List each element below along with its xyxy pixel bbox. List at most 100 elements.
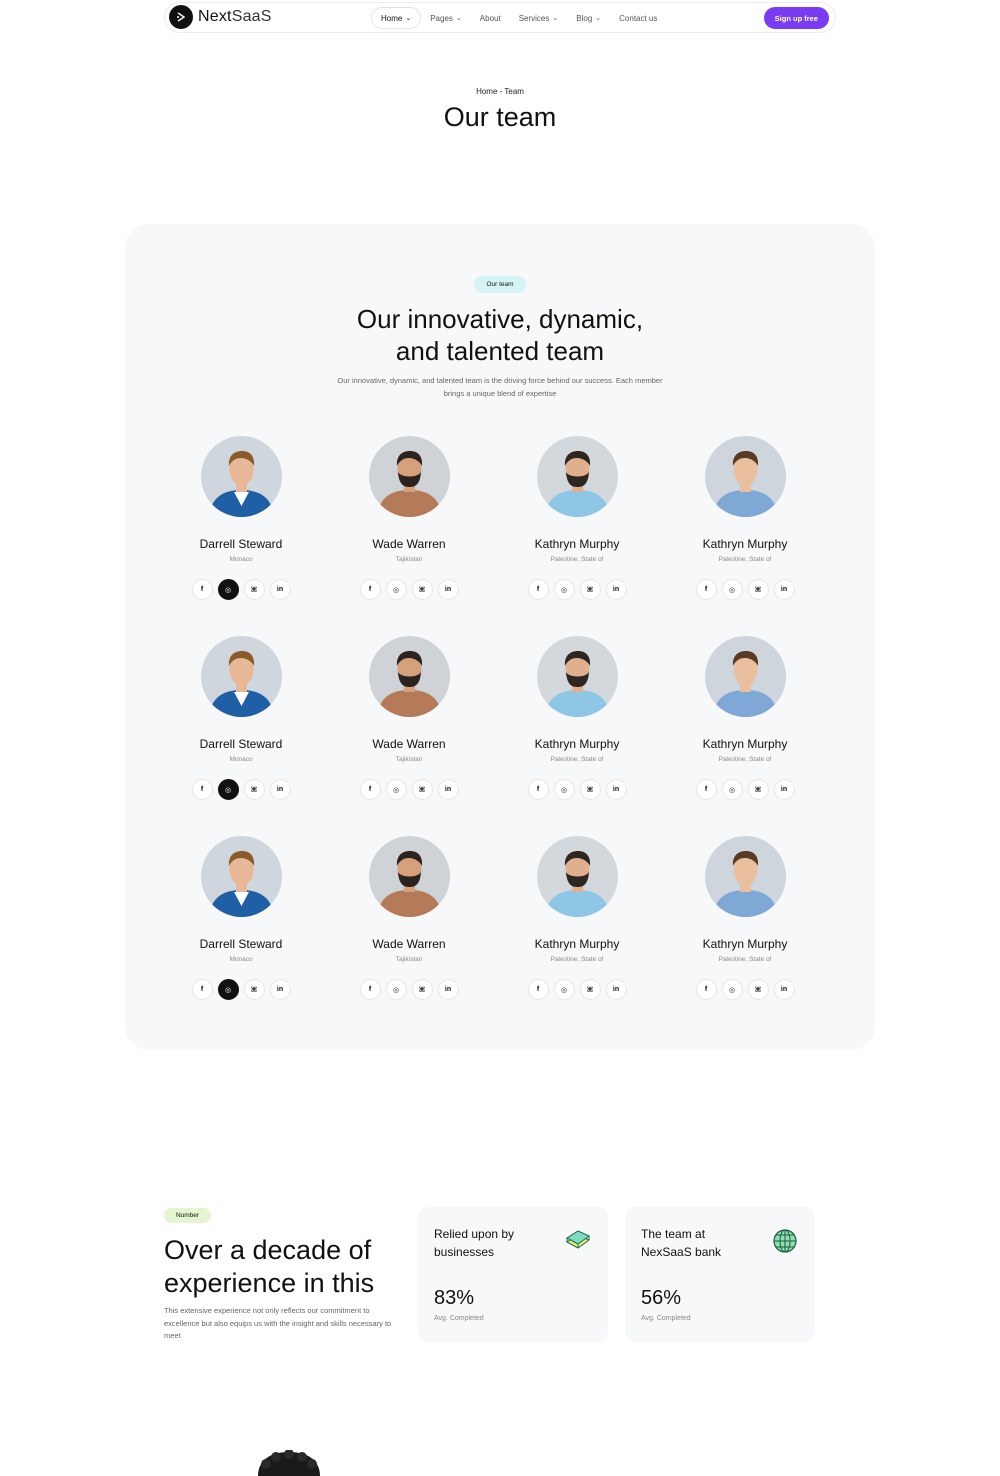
number-badge: Number [164,1208,211,1223]
chevron-down-icon: ⌄ [405,15,412,22]
member-socials: f ◎ ⌘ in [329,579,489,600]
linkedin-icon[interactable]: in [269,979,291,1000]
dribbble-icon[interactable]: ◎ [217,579,239,600]
logo[interactable]: NextSaaS [169,5,272,29]
facebook-icon[interactable]: f [359,779,381,800]
dribbble-icon[interactable]: ◎ [217,779,239,800]
member-location: Palestine, State of [550,756,604,763]
linkedin-icon[interactable]: in [773,779,795,800]
linkedin-icon[interactable]: in [269,779,291,800]
team-badge: Our team [474,276,526,293]
member-socials: f ◎ ⌘ in [497,579,657,600]
chevron-down-icon: ⌄ [455,15,462,22]
github-icon[interactable]: ⌘ [243,779,265,800]
facebook-icon[interactable]: f [527,979,549,1000]
nav-item-pages[interactable]: Pages ⌄ [421,7,471,29]
github-icon[interactable]: ⌘ [411,979,433,1000]
member-avatar [369,836,450,917]
member-location: Palestine, State of [550,956,604,963]
dribbble-icon[interactable]: ◎ [553,979,575,1000]
github-icon[interactable]: ⌘ [411,779,433,800]
nav-item-label: Blog [576,13,593,23]
facebook-icon[interactable]: f [191,979,213,1000]
github-icon[interactable]: ⌘ [747,779,769,800]
nav-item-services[interactable]: Services ⌄ [510,7,568,29]
member-location: Monaco [229,556,253,563]
linkedin-icon[interactable]: in [437,579,459,600]
member-avatar [201,836,282,917]
member-name: Wade Warren [372,737,446,751]
nav-item-contact[interactable]: Contact us [610,7,666,29]
member-socials: f ◎ ⌘ in [497,779,657,800]
nav-item-label: Services [518,13,550,23]
linkedin-icon[interactable]: in [605,779,627,800]
facebook-icon[interactable]: f [191,579,213,600]
github-icon[interactable]: ⌘ [579,779,601,800]
member-avatar [537,436,618,517]
member-socials: f ◎ ⌘ in [161,579,321,600]
dribbble-icon[interactable]: ◎ [385,779,407,800]
linkedin-icon[interactable]: in [605,579,627,600]
facebook-icon[interactable]: f [695,579,717,600]
dribbble-icon[interactable]: ◎ [385,979,407,1000]
facebook-icon[interactable]: f [359,979,381,1000]
member-avatar [705,436,786,517]
linkedin-icon[interactable]: in [773,579,795,600]
facebook-icon[interactable]: f [695,979,717,1000]
github-icon[interactable]: ⌘ [579,579,601,600]
signup-button[interactable]: Sign up free [763,7,829,29]
member-location: Palestine, State of [718,956,772,963]
github-icon[interactable]: ⌘ [411,579,433,600]
chevron-down-icon: ⌄ [595,15,602,22]
facebook-icon[interactable]: f [191,779,213,800]
member-avatar [705,636,786,717]
dribbble-icon[interactable]: ◎ [721,779,743,800]
logo-mark-icon [169,5,193,29]
nav-item-home[interactable]: Home ⌄ [371,7,422,29]
member-name: Kathryn Murphy [702,537,788,551]
linkedin-icon[interactable]: in [773,979,795,1000]
top-navbar: NextSaaS Home ⌄ Pages ⌄ About Services ⌄ Bl… [164,2,836,33]
facebook-icon[interactable]: f [527,779,549,800]
nav-item-label: Home [381,13,403,23]
dribbble-icon[interactable]: ◎ [721,979,743,1000]
facebook-icon[interactable]: f [527,579,549,600]
member-avatar [201,636,282,717]
github-icon[interactable]: ⌘ [243,579,265,600]
dribbble-icon[interactable]: ◎ [553,579,575,600]
dribbble-icon[interactable]: ◎ [385,579,407,600]
person-image-partial [258,1450,320,1476]
nav-item-about[interactable]: About [471,7,510,29]
member-name: Kathryn Murphy [534,537,620,551]
github-icon[interactable]: ⌘ [243,979,265,1000]
stat-card-team: The team at NexSaaS bank 56% Avg. Comple… [625,1207,815,1342]
member-avatar [537,836,618,917]
globe-icon [773,1229,797,1253]
github-icon[interactable]: ⌘ [747,979,769,1000]
stat-caption: Avg. Completed [641,1315,691,1322]
member-name: Kathryn Murphy [702,937,788,951]
linkedin-icon[interactable]: in [437,779,459,800]
member-socials: f ◎ ⌘ in [665,579,825,600]
member-socials: f ◎ ⌘ in [161,779,321,800]
member-location: Palestine, State of [718,756,772,763]
dribbble-icon[interactable]: ◎ [721,579,743,600]
linkedin-icon[interactable]: in [605,979,627,1000]
linkedin-icon[interactable]: in [437,979,459,1000]
member-name: Darrell Steward [199,537,283,551]
main-menu: Home ⌄ Pages ⌄ About Services ⌄ Blog ⌄ Conta… [371,7,666,29]
linkedin-icon[interactable]: in [269,579,291,600]
team-heading-line1: Our innovative, dynamic, [356,304,644,334]
github-icon[interactable]: ⌘ [579,979,601,1000]
github-icon[interactable]: ⌘ [747,579,769,600]
member-socials: f ◎ ⌘ in [497,979,657,1000]
dribbble-icon[interactable]: ◎ [217,979,239,1000]
member-socials: f ◎ ⌘ in [161,979,321,1000]
numbers-title: Over a decade of experience in this [164,1235,375,1298]
facebook-icon[interactable]: f [695,779,717,800]
nav-item-blog[interactable]: Blog ⌄ [567,7,610,29]
facebook-icon[interactable]: f [359,579,381,600]
dribbble-icon[interactable]: ◎ [553,779,575,800]
nav-item-label: Pages [430,13,453,23]
nav-item-label: Contact us [619,13,658,23]
